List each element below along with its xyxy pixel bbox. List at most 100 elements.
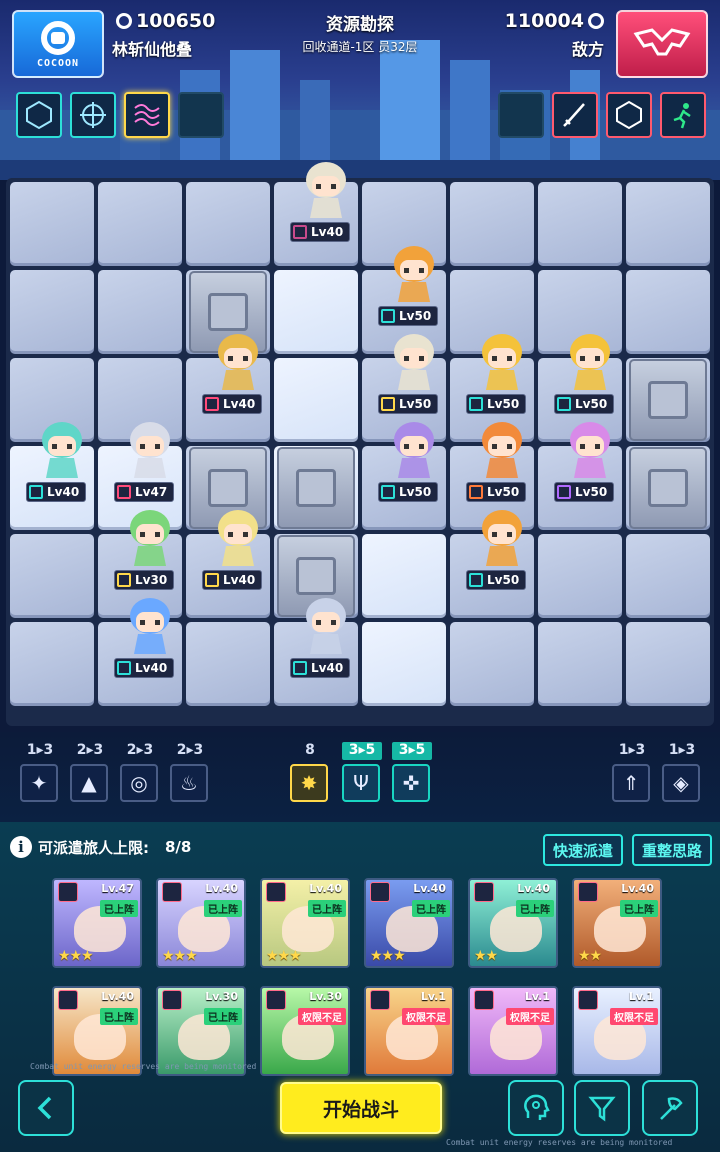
board-tile[interactable] — [450, 622, 534, 706]
synergy-item[interactable]: 1▸3 ✦ — [20, 742, 60, 802]
board-tile[interactable] — [626, 534, 710, 618]
board-tile[interactable] — [274, 358, 358, 442]
board-tile[interactable] — [362, 622, 446, 706]
buff-slot[interactable] — [606, 92, 652, 138]
equipment-button[interactable] — [642, 1080, 698, 1136]
filter-button[interactable] — [574, 1080, 630, 1136]
roster-card[interactable]: Lv.47 已上阵 ★★★ — [52, 878, 142, 968]
roster-card[interactable]: Lv.1 权限不足 — [572, 986, 662, 1076]
back-button[interactable] — [18, 1080, 74, 1136]
card-level: Lv.1 — [524, 990, 550, 1003]
board-unit[interactable]: Lv50 — [458, 420, 544, 510]
board-tile[interactable] — [538, 182, 622, 266]
board-tile[interactable] — [538, 622, 622, 706]
sword-icon — [563, 103, 585, 127]
hex-core-icon — [616, 100, 642, 130]
board-unit[interactable]: Lv50 — [458, 332, 544, 422]
unit-class-icon — [117, 573, 131, 587]
roster-card[interactable]: Lv.40 已上阵 ★★★ — [156, 878, 246, 968]
card-status-badge: 已上阵 — [308, 900, 346, 917]
board-tile[interactable] — [98, 182, 182, 266]
synergy-item[interactable]: 2▸3 ◎ — [120, 742, 160, 802]
board-unit[interactable]: Lv50 — [458, 508, 544, 598]
synergy-item[interactable]: 3▸5 Ψ — [342, 742, 382, 802]
card-stars: ★★★ — [58, 948, 94, 964]
board-unit[interactable]: Lv40 — [282, 160, 368, 250]
roster-card[interactable]: Lv.1 权限不足 — [468, 986, 558, 1076]
star-burst-icon: ✸ — [290, 764, 328, 802]
unit-level-badge: Lv50 — [554, 482, 615, 502]
enemy-crest-icon — [633, 28, 691, 56]
buff-slot[interactable] — [70, 92, 116, 138]
enemy-emblem[interactable] — [616, 10, 708, 78]
brain-button[interactable] — [508, 1080, 564, 1136]
buff-slot-empty[interactable] — [178, 92, 224, 138]
unit-sprite — [476, 420, 528, 482]
card-status-badge: 已上阵 — [412, 900, 450, 917]
quick-deploy-button[interactable]: 快速派遣 — [543, 834, 624, 866]
card-level: Lv.30 — [309, 990, 342, 1003]
roster-card[interactable]: Lv.1 权限不足 — [364, 986, 454, 1076]
unit-sprite — [124, 420, 176, 482]
board-tile[interactable] — [538, 534, 622, 618]
start-battle-button[interactable]: 开始战斗 — [280, 1082, 442, 1134]
buff-slot-active[interactable] — [124, 92, 170, 138]
board-tile[interactable] — [10, 622, 94, 706]
card-status-badge: 已上阵 — [100, 1008, 138, 1025]
info-icon[interactable]: i — [10, 836, 32, 858]
synergy-item[interactable]: 2▸3 ♨ — [170, 742, 210, 802]
reset-formation-button[interactable]: 重整思路 — [632, 834, 713, 866]
board-tile[interactable] — [626, 622, 710, 706]
board-unit[interactable]: Lv50 — [546, 332, 632, 422]
board-unit[interactable]: Lv40 — [18, 420, 104, 510]
buff-slot-empty[interactable] — [498, 92, 544, 138]
synergy-item[interactable]: 8 ✸ — [290, 742, 330, 802]
trident-icon: Ψ — [342, 764, 380, 802]
board-unit[interactable]: Lv50 — [370, 244, 456, 334]
synergy-bar: 1▸3 ✦ 2▸3 ▲ 2▸3 ◎ 2▸3 ♨ 8 ✸ 3▸5 Ψ 3▸5 ✜ 1▸3 ⇑ 1▸3 ◈ — [0, 732, 720, 822]
synergy-item[interactable]: 2▸3 ▲ — [70, 742, 110, 802]
synergy-count: 2▸3 — [176, 742, 204, 758]
board-unit[interactable]: Lv40 — [194, 508, 280, 598]
unit-level-badge: Lv50 — [378, 482, 439, 502]
unit-class-icon — [293, 225, 307, 239]
roster-card[interactable]: Lv.40 已上阵 ★★ — [572, 878, 662, 968]
board-unit[interactable]: Lv50 — [370, 420, 456, 510]
board-tile[interactable] — [10, 534, 94, 618]
buff-slot[interactable] — [660, 92, 706, 138]
unit-sprite — [388, 420, 440, 482]
board-tile[interactable] — [186, 182, 270, 266]
board-unit[interactable]: Lv40 — [106, 596, 192, 686]
target-icon — [80, 102, 106, 128]
flame-icon: ♨ — [170, 764, 208, 802]
roster-card[interactable]: Lv.40 已上阵 ★★ — [468, 878, 558, 968]
roster-card[interactable]: Lv.30 权限不足 — [260, 986, 350, 1076]
card-level: Lv.40 — [621, 882, 654, 895]
unit-class-icon — [557, 397, 571, 411]
card-level: Lv.1 — [628, 990, 654, 1003]
board-tile[interactable] — [10, 270, 94, 354]
board-unit[interactable]: Lv50 — [370, 332, 456, 422]
synergy-item[interactable]: 1▸3 ⇑ — [612, 742, 652, 802]
board-tile[interactable] — [626, 182, 710, 266]
board-tile[interactable] — [450, 182, 534, 266]
board-tile[interactable] — [362, 534, 446, 618]
buff-slot[interactable] — [552, 92, 598, 138]
buff-slot[interactable] — [16, 92, 62, 138]
board-unit[interactable]: Lv40 — [282, 596, 368, 686]
synergy-item[interactable]: 3▸5 ✜ — [392, 742, 432, 802]
board-tile[interactable] — [274, 270, 358, 354]
board-unit[interactable]: Lv30 — [106, 508, 192, 598]
board-tile[interactable] — [186, 622, 270, 706]
board-unit[interactable]: Lv40 — [194, 332, 280, 422]
obstacle-panel — [208, 469, 248, 507]
board-tile[interactable] — [626, 270, 710, 354]
board-tile[interactable] — [98, 270, 182, 354]
board-unit[interactable]: Lv47 — [106, 420, 192, 510]
synergy-item[interactable]: 1▸3 ◈ — [662, 742, 702, 802]
board-unit[interactable]: Lv50 — [546, 420, 632, 510]
board-tile[interactable] — [10, 182, 94, 266]
roster-card[interactable]: Lv.40 已上阵 ★★★ — [260, 878, 350, 968]
roster-card[interactable]: Lv.40 已上阵 ★★★ — [364, 878, 454, 968]
unit-level: Lv50 — [399, 397, 432, 411]
